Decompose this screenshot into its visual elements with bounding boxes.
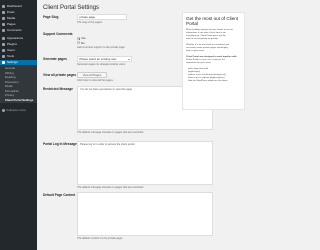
media-icon <box>2 17 5 20</box>
promo-bullet: hide the WordPress admin bar for clients <box>188 80 228 82</box>
submenu-item-reading[interactable]: Reading <box>5 75 15 79</box>
view-all-pages-description: Click here to view all the pages. <box>77 79 114 82</box>
settings-submenu: General Writing Reading Discussion Media… <box>0 65 37 103</box>
collapse-menu-label: Collapse menu <box>6 108 27 112</box>
support-comments-option-no[interactable]: No <box>77 41 85 45</box>
view-all-pages-button[interactable]: View All Pages <box>77 72 107 78</box>
submenu-item-media[interactable]: Media <box>5 84 13 88</box>
menu-item-label: Appearance <box>7 36 24 40</box>
submenu-item-discussion[interactable]: Discussion <box>5 80 19 84</box>
menu-item-plugins[interactable]: Plugins <box>0 42 37 47</box>
portal-login-message-text: Please log in in order to access the cli… <box>80 143 135 146</box>
portal-login-message-label: Portal Log In Message <box>43 142 77 146</box>
menu-item-media[interactable]: Media <box>0 16 37 21</box>
menu-item-label: Plugins <box>7 42 17 46</box>
default-page-content-editor[interactable] <box>77 192 213 236</box>
promo-pro-line: experience for your users. <box>186 62 212 64</box>
menu-item-pages[interactable]: Pages <box>0 22 37 27</box>
brush-icon <box>2 37 5 40</box>
default-page-content-label: Default Page Content <box>43 193 76 197</box>
support-comments-label: Support Comments <box>43 32 73 36</box>
generate-pages-select[interactable]: Please select an existing user <box>77 56 132 62</box>
submenu-item-client-portal-settings[interactable]: Client Portal Settings <box>5 98 33 102</box>
settings-icon <box>2 61 5 64</box>
page-slug-description: The slug of the pages. <box>77 21 103 24</box>
support-comments-option-yes[interactable]: Yes <box>77 36 86 40</box>
profile-builder-link[interactable]: Profile Builder so you can customize the <box>186 59 225 61</box>
promo-box: Get the most out of Client Portal When b… <box>182 12 245 110</box>
promo-intro-line: tools to set everything up quickly. <box>186 38 219 40</box>
menu-item-tools[interactable]: Tools <box>0 54 37 59</box>
chevron-down-icon <box>127 59 130 60</box>
submenu-item-permalinks[interactable]: Permalinks <box>5 89 19 93</box>
pin-icon <box>2 11 5 14</box>
collapse-menu-button[interactable]: Collapse menu <box>2 108 26 112</box>
menu-item-users[interactable]: Users <box>0 48 37 53</box>
comment-icon <box>2 29 5 32</box>
page-slug-input[interactable]: private-page <box>77 14 127 20</box>
generate-pages-select-value: Please select an existing user <box>79 57 117 61</box>
menu-item-label: Dashboard <box>7 4 22 8</box>
support-comments-description: Add comment support to the private page. <box>77 45 126 49</box>
generate-pages-label: Generate pages <box>43 57 67 61</box>
page-slug-label: Page Slug <box>43 15 59 19</box>
menu-item-label: Pages <box>7 22 16 26</box>
submenu-item-general[interactable]: General <box>5 66 15 70</box>
menu-item-label: Media <box>7 16 16 20</box>
radio-selected-icon[interactable] <box>77 36 80 40</box>
view-all-pages-label: View all private pages <box>43 73 77 77</box>
dashboard-icon <box>2 5 5 8</box>
restricted-message-description: The default message showed on pages that… <box>77 131 144 134</box>
menu-item-label: Tools <box>7 54 15 58</box>
menu-item-label: Posts <box>7 10 15 14</box>
restricted-message-label: Restricted Message <box>43 87 73 91</box>
radio-label: No <box>81 40 85 45</box>
portal-login-message-description: The default message showed on pages that… <box>77 186 144 189</box>
generate-pages-description: Generate pages for already existing user… <box>77 63 126 66</box>
collapse-icon <box>2 108 5 112</box>
plugin-icon <box>2 43 5 46</box>
radio-label: Yes <box>81 36 86 40</box>
default-page-content-description: The default content on the private page. <box>77 237 123 240</box>
menu-item-dashboard[interactable]: Dashboard <box>0 4 37 9</box>
admin-sidebar: Dashboard Posts Media Pages Comments App… <box>0 0 37 250</box>
menu-item-comments[interactable]: Comments <box>0 28 37 33</box>
page-title: Client Portal Settings <box>43 5 100 11</box>
menu-item-label: Comments <box>7 28 22 32</box>
portal-login-message-editor[interactable]: Please log in in order to access the cli… <box>77 141 213 185</box>
user-icon <box>2 49 5 52</box>
menu-item-appearance[interactable]: Appearance <box>0 36 37 41</box>
radio-unselected-icon[interactable] <box>77 41 80 45</box>
wrench-icon <box>2 55 5 58</box>
promo-title-line: Portal <box>186 21 199 26</box>
submenu-item-writing[interactable]: Writing <box>5 71 14 75</box>
restricted-message-text: You do not have permission to view this … <box>80 88 133 91</box>
promo-paragraph-line: them to your users. <box>186 50 205 52</box>
menu-item-posts[interactable]: Posts <box>0 10 37 15</box>
menu-item-label: Users <box>7 48 15 52</box>
submenu-item-privacy[interactable]: Privacy <box>5 93 14 97</box>
page-icon <box>2 23 5 26</box>
